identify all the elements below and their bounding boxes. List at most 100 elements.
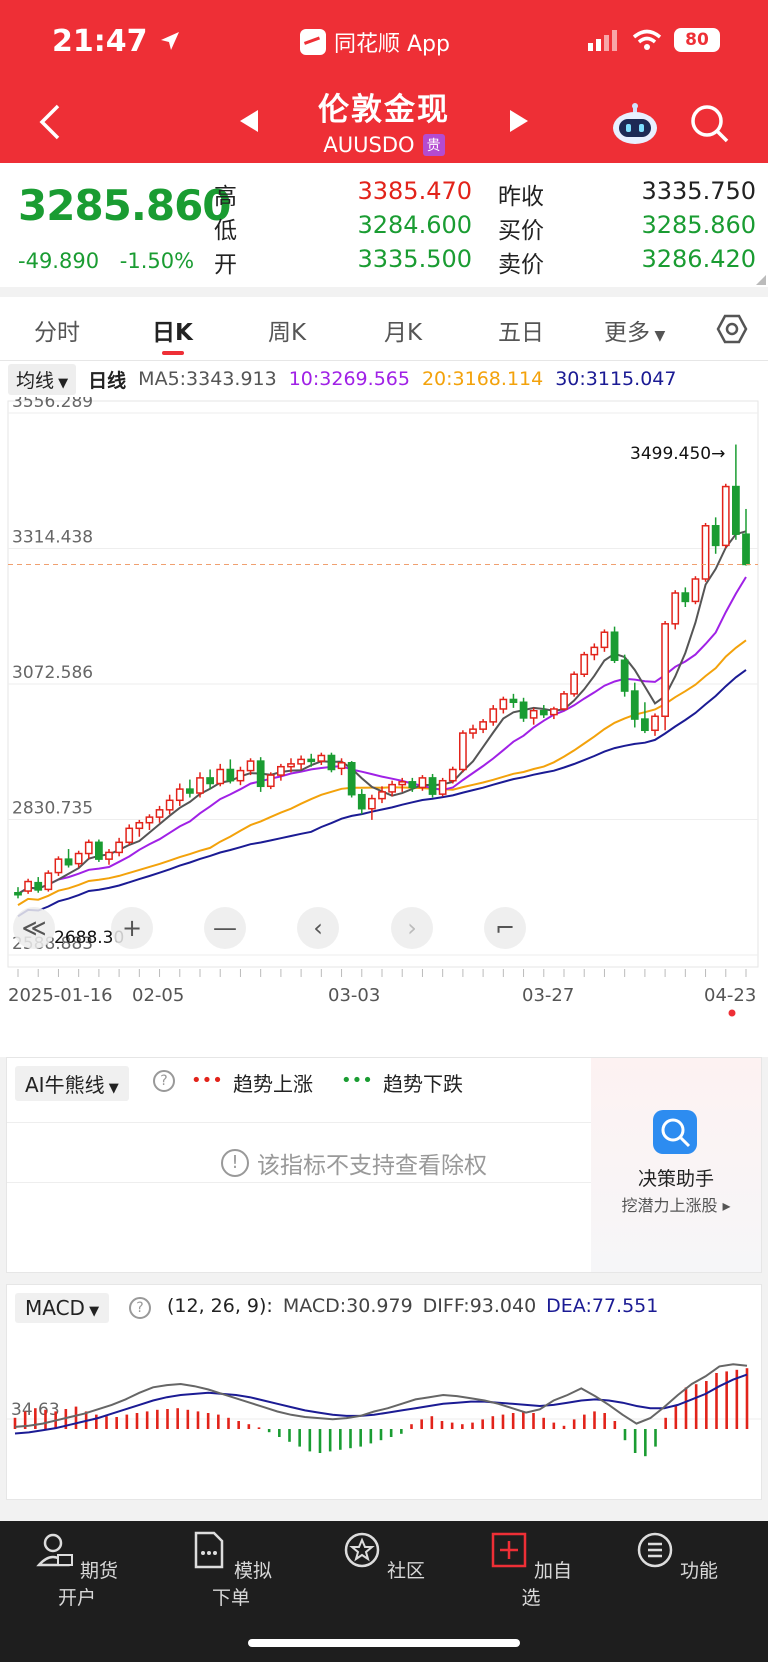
candle-body	[236, 769, 245, 782]
nav-functions[interactable]: 功能	[627, 1531, 727, 1583]
price-change: -49.890 -1.50%	[18, 249, 194, 273]
decision-assistant-card[interactable]: 决策助手 挖潜力上涨股 ▸	[591, 1058, 761, 1272]
candle-body	[408, 781, 417, 789]
candle-body	[499, 698, 508, 710]
kline-chart-panel: 均线 ▼ 日线 MA5:3343.913 10:3269.565 20:3168…	[0, 361, 768, 1057]
up-trend-label: 趋势上涨	[233, 1072, 313, 1096]
settings-hexagon-icon[interactable]	[716, 313, 748, 345]
x-tick-label: 03-27	[522, 985, 574, 1006]
nav-futures-account[interactable]: 期货开户	[27, 1531, 127, 1610]
add-watchlist-icon	[491, 1532, 527, 1568]
candle-body	[701, 525, 710, 580]
candle-body	[570, 673, 578, 695]
candle-body	[84, 841, 93, 855]
help-icon[interactable]: ?	[153, 1070, 175, 1092]
candle-body	[600, 631, 609, 649]
ma20-legend: 20:3168.114	[421, 368, 544, 390]
candle-body	[388, 783, 396, 793]
tab-more[interactable]: 更多 ▼	[604, 313, 665, 347]
active-tab-indicator	[162, 351, 184, 355]
nav-add-watchlist[interactable]: 加自选	[481, 1531, 581, 1610]
candle-body	[438, 779, 447, 795]
y-tick-label: 2830.735	[12, 798, 93, 818]
macd-chart[interactable]: 34.63	[7, 1329, 761, 1499]
high-label: 高	[214, 184, 237, 210]
indicator-select-macd[interactable]: MACD ▼	[15, 1293, 110, 1323]
candle-body	[691, 578, 700, 603]
indicator-select-ai[interactable]: AI牛熊线 ▼	[15, 1066, 129, 1101]
candle-body	[630, 690, 639, 720]
candle-body	[368, 797, 376, 810]
candlestick-chart[interactable]: 3556.2893314.4383072.5862830.7352588.883…	[0, 397, 768, 1057]
instrument-code-row: AUUSDO 贵	[323, 133, 445, 157]
tab-intraday[interactable]: 分时	[34, 313, 80, 347]
candle-body	[317, 754, 326, 762]
candle-body	[469, 728, 477, 734]
assistant-logo-icon	[653, 1110, 697, 1154]
nav-add-watchlist-label: 加自选	[521, 1560, 573, 1609]
open-label: 开	[214, 252, 237, 278]
chevron-down-icon: ▼	[104, 1081, 119, 1096]
candle-body	[610, 631, 619, 661]
candle-body	[711, 525, 720, 547]
menu-icon	[637, 1532, 673, 1568]
ma-type-label: 均线	[16, 369, 55, 392]
unsupported-notice: ! 该指标不支持查看除权	[221, 1146, 487, 1180]
dea-line	[14, 1373, 748, 1435]
high-value: 3385.470	[357, 177, 472, 205]
grid-line	[7, 1122, 591, 1123]
prev-close-value: 3335.750	[641, 177, 756, 205]
x-tick-label: 04-23	[704, 985, 756, 1006]
candle-body	[732, 485, 740, 535]
y-tick-label: 3072.586	[12, 663, 93, 683]
tab-more-label: 更多	[604, 320, 650, 346]
period-label: 日线	[88, 369, 127, 392]
candle-body	[721, 485, 730, 547]
candle-body	[398, 781, 407, 786]
nav-community-label: 社区	[387, 1560, 426, 1582]
ai-robot-icon[interactable]	[611, 102, 659, 146]
search-icon[interactable]	[690, 104, 730, 144]
candle-body	[661, 623, 669, 718]
candle-body	[196, 777, 204, 794]
ma30-legend: 30:3115.047	[555, 368, 677, 390]
candle-body	[115, 841, 123, 854]
macd-params: (12, 26, 9):	[167, 1295, 273, 1317]
tab-daily-k[interactable]: 日K	[152, 313, 193, 347]
nav-community[interactable]: 社区	[334, 1531, 434, 1583]
chart-nav-glyph: ⌐	[495, 914, 515, 942]
help-icon[interactable]: ?	[129, 1297, 151, 1319]
candle-body	[560, 693, 568, 710]
candle-body	[34, 881, 43, 891]
tab-monthly-k[interactable]: 月K	[384, 313, 422, 347]
ai-bull-bear-panel: AI牛熊线 ▼ ? ••• 趋势上涨 ••• 趋势下跌 ! 该指标不支持查看除权…	[6, 1057, 762, 1273]
location-arrow-icon	[160, 32, 179, 50]
next-instrument-button[interactable]	[508, 108, 530, 134]
candle-body	[307, 758, 316, 763]
y-tick-label: 3556.289	[12, 397, 93, 412]
account-icon	[36, 1533, 73, 1567]
candle-body	[74, 852, 83, 865]
app-name: 同花顺 App	[300, 26, 450, 58]
chevron-down-icon: ▼	[650, 328, 666, 344]
expand-corner-icon[interactable]	[756, 275, 766, 285]
unsupported-notice-text: 该指标不支持查看除权	[257, 1153, 487, 1179]
candle-body	[226, 768, 235, 782]
candle-body	[347, 762, 356, 796]
tab-five-day[interactable]: 五日	[498, 313, 544, 347]
candle-body	[519, 701, 528, 719]
candle-body	[509, 698, 518, 704]
candle-body	[459, 732, 467, 771]
nav-simulated-order[interactable]: 模拟下单	[181, 1531, 281, 1610]
down-trend-label: 趋势下跌	[383, 1072, 463, 1096]
header: 21:47 同花顺 App 80 伦敦金现 AUUSDO 贵	[0, 0, 768, 163]
candle-body	[651, 715, 659, 732]
tab-weekly-k[interactable]: 周K	[268, 313, 306, 347]
candle-body	[186, 788, 194, 794]
ma-type-select[interactable]: 均线 ▼	[8, 363, 77, 395]
y-tick-label: 3314.438	[12, 527, 93, 547]
candle-body	[266, 774, 275, 788]
ma10-legend: 10:3269.565	[288, 368, 410, 390]
candle-body	[671, 592, 680, 625]
candle-body	[327, 754, 336, 771]
